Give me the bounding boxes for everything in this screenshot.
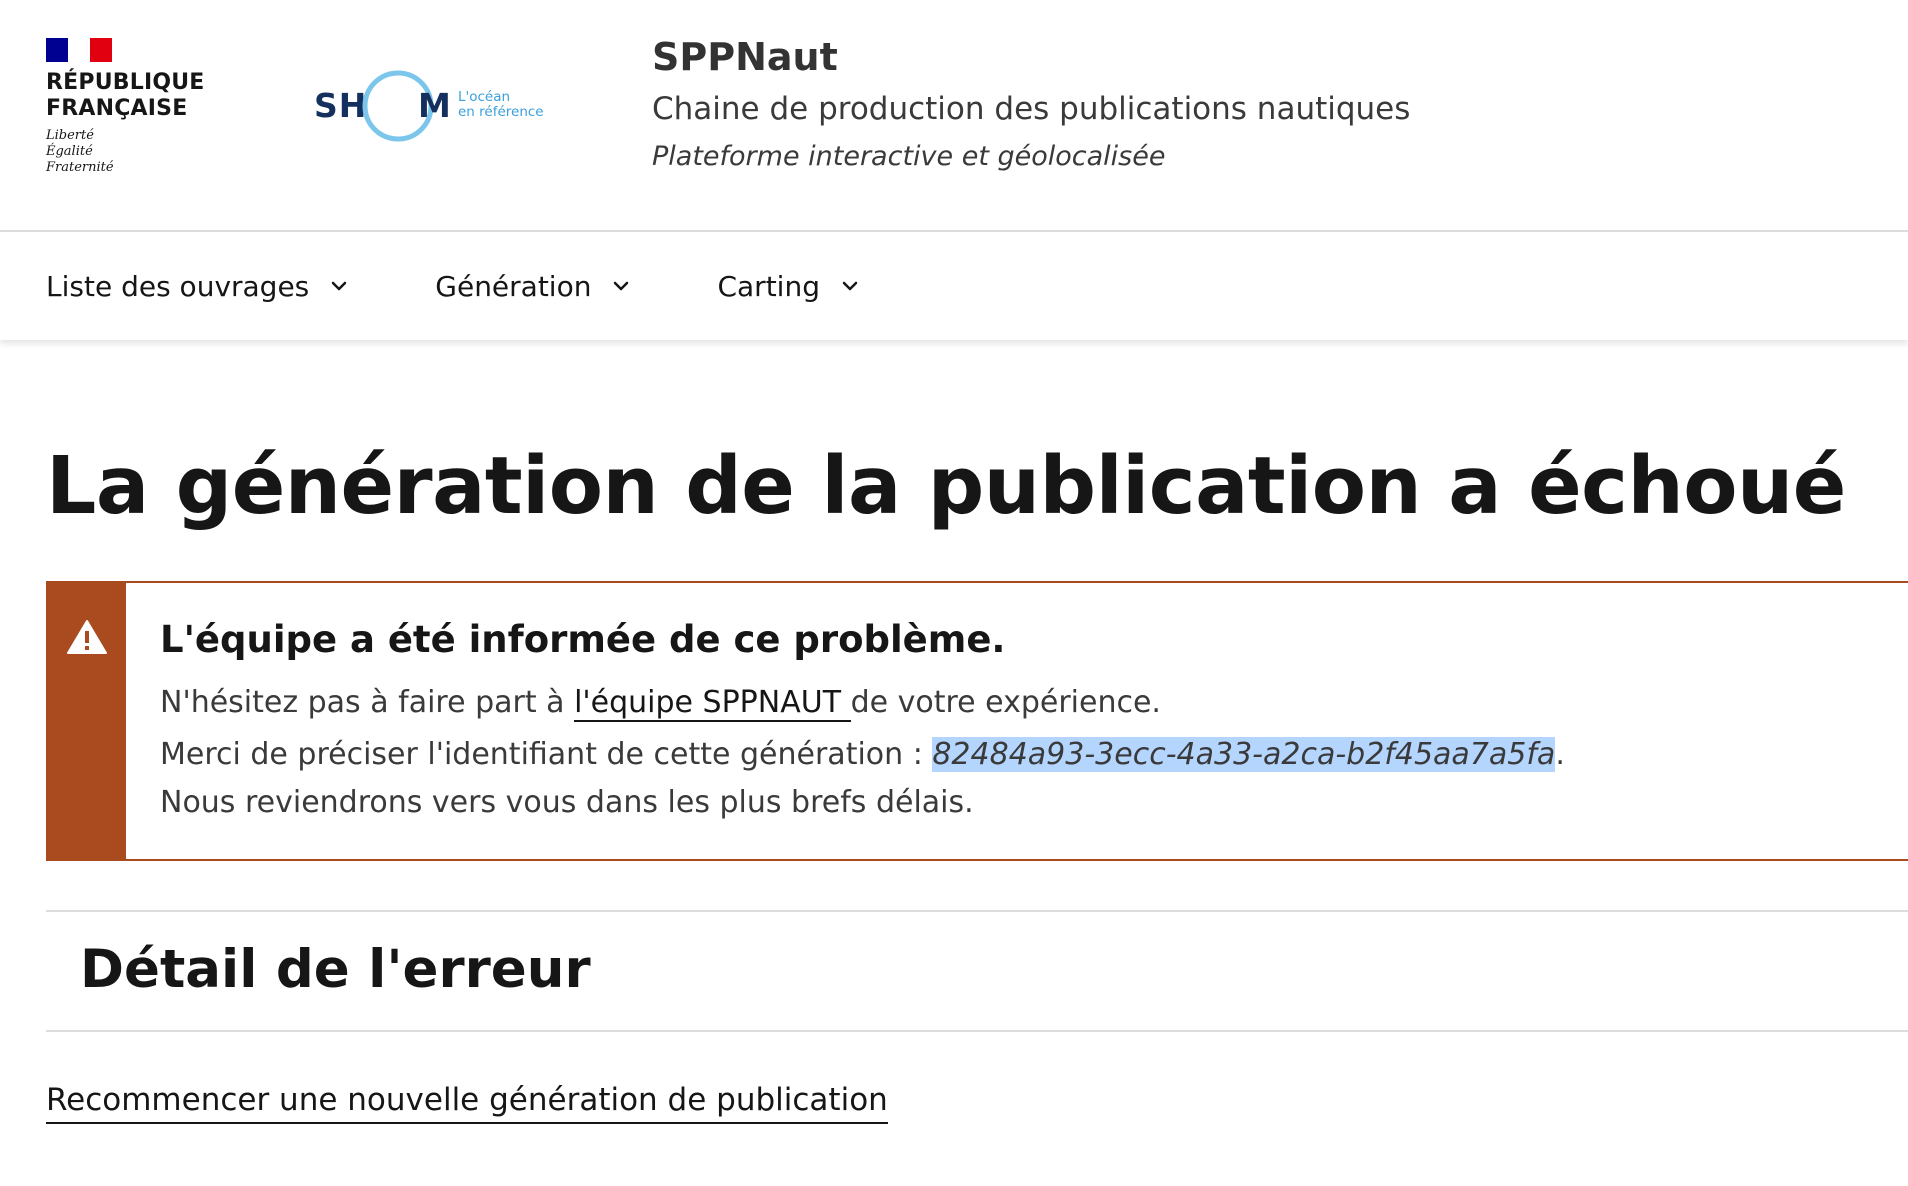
devise-label: Liberté Égalité Fraternité bbox=[46, 128, 114, 175]
alert-line-feedback: N'hésitez pas à faire part à l'équipe SP… bbox=[160, 679, 1565, 727]
alert-accent-bar bbox=[48, 583, 126, 859]
nav-item-label: Liste des ouvrages bbox=[46, 269, 310, 303]
service-subtitle: Plateforme interactive et géolocalisée bbox=[652, 141, 1166, 172]
chevron-down-icon bbox=[842, 281, 858, 291]
nav-item-generation[interactable]: Génération bbox=[435, 270, 633, 303]
french-flag-icon bbox=[46, 38, 112, 62]
alert-text: N'hésitez pas à faire part à bbox=[160, 685, 575, 720]
service-title[interactable]: SPPNaut bbox=[652, 30, 1410, 84]
chevron-down-icon bbox=[614, 281, 629, 291]
republique-francaise-logo[interactable]: RÉPUBLIQUE FRANÇAISE Liberté Égalité Fra… bbox=[46, 38, 205, 176]
restart-generation-link[interactable]: Recommencer une nouvelle génération de p… bbox=[46, 1078, 888, 1124]
alert-body: L'équipe a été informée de ce problème. … bbox=[126, 583, 1565, 859]
warning-icon bbox=[67, 620, 107, 654]
alert-text: . bbox=[1555, 737, 1565, 772]
nav-item-label: Génération bbox=[435, 269, 592, 303]
nav-item-carting[interactable]: Carting bbox=[717, 270, 862, 303]
error-detail-accordion[interactable]: Détail de l'erreur bbox=[46, 910, 1908, 1032]
team-contact-link[interactable]: l'équipe SPPNAUT bbox=[574, 685, 851, 722]
alert-line-followup: Nous reviendrons vers vous dans les plus… bbox=[160, 785, 974, 820]
service-description: Chaine de production des publications na… bbox=[652, 91, 1411, 127]
generation-id[interactable]: 82484a93-3ecc-4a33-a2ca-b2f45aa7a5fa bbox=[932, 737, 1556, 772]
alert-line-identifier: Merci de préciser l'identifiant de cette… bbox=[160, 731, 1565, 779]
site-header: RÉPUBLIQUE FRANÇAISE Liberté Égalité Fra… bbox=[0, 0, 1908, 232]
shom-logo-m: M bbox=[418, 86, 452, 125]
alert-text: de votre expérience. bbox=[850, 685, 1161, 720]
chevron-down-icon bbox=[332, 281, 347, 291]
error-alert: L'équipe a été informée de ce problème. … bbox=[46, 581, 1908, 861]
page-title: La génération de la publication a échoué bbox=[46, 440, 1846, 532]
nav-item-liste-des-ouvrages[interactable]: Liste des ouvrages bbox=[46, 270, 351, 303]
service-title-block: SPPNaut Chaine de production des publica… bbox=[652, 30, 1410, 180]
republique-francaise-label: RÉPUBLIQUE FRANÇAISE bbox=[46, 70, 205, 121]
alert-text: Merci de préciser l'identifiant de cette… bbox=[160, 737, 933, 772]
error-detail-title[interactable]: Détail de l'erreur bbox=[80, 937, 591, 1003]
main-navigation: Liste des ouvrages Génération Carting bbox=[0, 232, 1908, 340]
nav-item-label: Carting bbox=[717, 269, 820, 303]
alert-title: L'équipe a été informée de ce problème. bbox=[160, 618, 1006, 661]
shom-logo[interactable]: SH M L'océan en référence bbox=[312, 66, 552, 146]
shom-tagline: L'océan en référence bbox=[458, 89, 544, 120]
